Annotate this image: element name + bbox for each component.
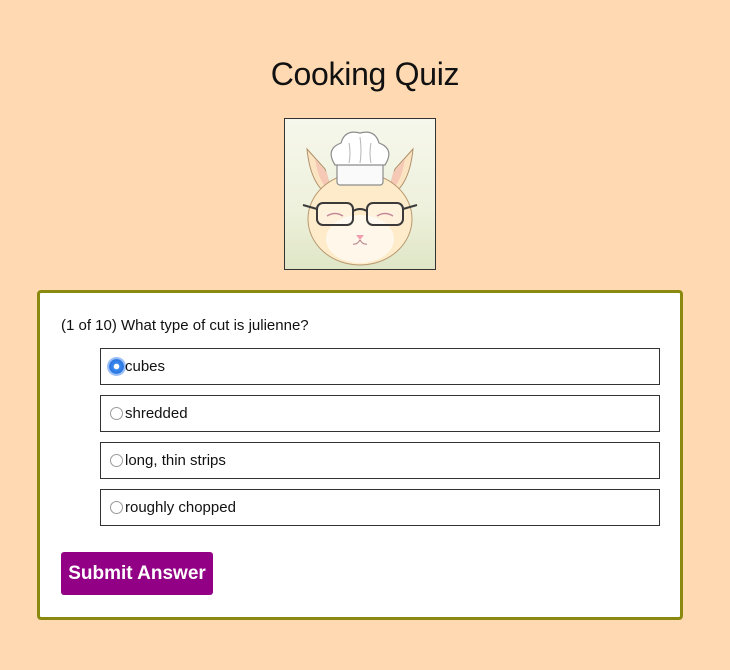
chef-cat-mascot-image xyxy=(284,118,436,270)
radio-selected-icon[interactable] xyxy=(109,359,124,374)
answer-option-label: long, thin strips xyxy=(125,452,226,469)
answer-option-cubes[interactable]: cubes xyxy=(100,348,660,385)
question-text: (1 of 10) What type of cut is julienne? xyxy=(61,317,309,334)
page-title: Cooking Quiz xyxy=(270,56,460,92)
answer-option-long-thin-strips[interactable]: long, thin strips xyxy=(100,442,660,479)
answer-option-label: shredded xyxy=(125,405,188,422)
answer-option-roughly-chopped[interactable]: roughly chopped xyxy=(100,489,660,526)
answer-option-label: cubes xyxy=(125,358,166,375)
radio-unselected-icon[interactable] xyxy=(110,454,123,467)
quiz-card: (1 of 10) What type of cut is julienne? … xyxy=(37,290,683,620)
radio-unselected-icon[interactable] xyxy=(110,501,123,514)
radio-unselected-icon[interactable] xyxy=(110,407,123,420)
answer-option-shredded[interactable]: shredded xyxy=(100,395,660,432)
submit-answer-button[interactable]: Submit Answer xyxy=(61,552,213,595)
chef-cat-icon xyxy=(302,131,418,266)
answer-option-label: roughly chopped xyxy=(125,499,236,516)
